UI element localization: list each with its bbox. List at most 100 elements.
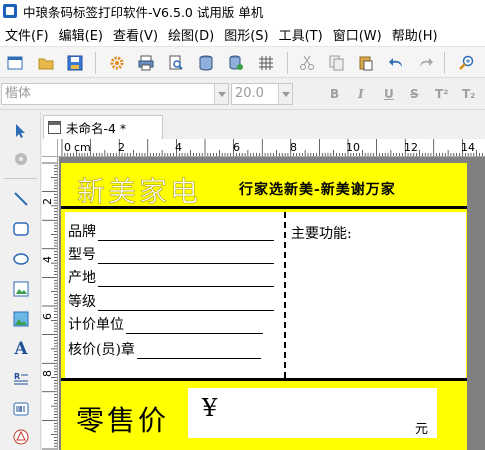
menu-view[interactable]: 查看(V) bbox=[108, 25, 163, 44]
drawing-toolbox: A R bbox=[0, 112, 41, 450]
field-label: 品牌 bbox=[68, 224, 96, 240]
horizontal-ruler: 0 cm 2 4 6 8 10 12 14 bbox=[58, 139, 485, 157]
paste-icon[interactable] bbox=[356, 53, 376, 73]
document-icon bbox=[48, 121, 61, 134]
barcode-tool-icon[interactable] bbox=[10, 398, 32, 420]
retail-price-title[interactable]: 零售价 bbox=[76, 399, 169, 439]
main-toolbar bbox=[0, 46, 485, 78]
image-tool-icon[interactable] bbox=[10, 278, 32, 300]
field-label: 核价(员)章 bbox=[68, 342, 135, 358]
font-family-value: 楷体 bbox=[5, 86, 32, 101]
picture-tool-icon[interactable] bbox=[10, 308, 32, 330]
brand-text[interactable]: 新美家电 bbox=[77, 170, 201, 210]
cut-icon[interactable] bbox=[297, 53, 317, 73]
field-grade[interactable]: 等级 bbox=[68, 291, 274, 311]
slogan-text[interactable]: 行家选新美-新美谢万家 bbox=[239, 179, 396, 199]
ruler-tick-label: 4 bbox=[175, 141, 182, 154]
fill-line bbox=[98, 225, 274, 241]
field-origin[interactable]: 产地 bbox=[68, 267, 274, 287]
ruler-tick-label: 6 bbox=[42, 313, 54, 320]
ruler-tick-label: 2 bbox=[118, 141, 125, 154]
underline-button[interactable]: U bbox=[384, 87, 394, 101]
ruler-corner bbox=[42, 139, 58, 157]
ruler-tick-label: 4 bbox=[42, 256, 54, 263]
menu-bar: 文件(F) 编辑(E) 查看(V) 绘图(D) 图形(S) 工具(T) 窗口(W… bbox=[0, 22, 485, 46]
label-header[interactable]: 新美家电 行家选新美-新美谢万家 bbox=[61, 163, 467, 209]
font-family-select[interactable]: 楷体 bbox=[1, 83, 229, 105]
chevron-down-icon[interactable] bbox=[214, 84, 228, 104]
ruler-tick-label: 8 bbox=[290, 141, 297, 154]
rounded-rectangle-tool-icon[interactable] bbox=[10, 218, 32, 240]
ruler-tick-label: 10 bbox=[346, 141, 360, 154]
menu-tools[interactable]: 工具(T) bbox=[274, 25, 328, 44]
field-pricing-unit[interactable]: 计价单位 bbox=[68, 314, 263, 334]
open-folder-icon[interactable] bbox=[36, 53, 56, 73]
app-logo-icon bbox=[3, 4, 17, 18]
italic-button[interactable]: I bbox=[358, 87, 364, 101]
field-brand[interactable]: 品牌 bbox=[68, 221, 274, 241]
field-price-checker[interactable]: 核价(员)章 bbox=[68, 339, 261, 359]
ruler-tick-label: 0 bbox=[64, 141, 71, 154]
bold-button[interactable]: B bbox=[330, 87, 339, 101]
menu-shape[interactable]: 图形(S) bbox=[219, 25, 273, 44]
field-label: 产地 bbox=[68, 270, 96, 286]
menu-help[interactable]: 帮助(H) bbox=[387, 25, 443, 44]
ruler-tick-label: 2 bbox=[42, 198, 54, 205]
superscript-button[interactable]: T² bbox=[435, 87, 448, 101]
price-box[interactable]: ¥ 元 bbox=[188, 388, 437, 438]
select-arrow-icon[interactable] bbox=[10, 120, 32, 142]
menu-window[interactable]: 窗口(W) bbox=[328, 25, 387, 44]
field-label: 等级 bbox=[68, 294, 96, 310]
font-size-value: 20.0 bbox=[235, 86, 264, 101]
price-band[interactable]: 零售价 ¥ 元 bbox=[61, 378, 467, 450]
copy-icon[interactable] bbox=[327, 53, 347, 73]
fill-line bbox=[98, 248, 274, 264]
save-icon[interactable] bbox=[65, 53, 85, 73]
new-document-icon[interactable] bbox=[5, 53, 25, 73]
ruler-tick-label: 14 bbox=[461, 141, 475, 154]
window-title: 中琅条码标签打印软件-V6.5.0 试用版 单机 bbox=[23, 4, 264, 20]
strikethrough-button[interactable]: S bbox=[410, 87, 419, 101]
currency-symbol: ¥ bbox=[202, 394, 218, 422]
menu-edit[interactable]: 编辑(E) bbox=[54, 25, 108, 44]
tab-document[interactable]: 未命名-4 * bbox=[43, 115, 163, 139]
label-info-panel[interactable]: 品牌 型号 产地 等级 计价单位 核价(员)章 主要功能: bbox=[65, 212, 466, 378]
field-model[interactable]: 型号 bbox=[68, 244, 274, 264]
rotate-tool-icon[interactable] bbox=[10, 148, 32, 170]
undo-icon[interactable] bbox=[386, 53, 406, 73]
line-tool-icon[interactable] bbox=[10, 188, 32, 210]
ruler-tick-label: 8 bbox=[42, 370, 54, 377]
currency-unit: 元 bbox=[415, 422, 429, 437]
price-tag-label[interactable]: 新美家电 行家选新美-新美谢万家 品牌 型号 产地 等级 计价单位 核价(员)章… bbox=[61, 163, 467, 450]
tab-document-label: 未命名-4 * bbox=[66, 121, 127, 136]
ruler-tick-label: 12 bbox=[404, 141, 418, 154]
grid-icon[interactable] bbox=[256, 53, 276, 73]
font-size-select[interactable]: 20.0 bbox=[231, 83, 293, 105]
print-preview-icon[interactable] bbox=[166, 53, 186, 73]
database-settings-icon[interactable] bbox=[226, 53, 246, 73]
zoom-in-icon[interactable] bbox=[456, 53, 476, 73]
field-label: 型号 bbox=[68, 247, 96, 263]
settings-gear-icon[interactable] bbox=[107, 53, 127, 73]
menu-file[interactable]: 文件(F) bbox=[0, 25, 54, 44]
ruler-unit-label: cm bbox=[74, 141, 91, 154]
database-icon[interactable] bbox=[196, 53, 216, 73]
title-bar: 中琅条码标签打印软件-V6.5.0 试用版 单机 bbox=[0, 0, 485, 22]
fill-line bbox=[126, 318, 263, 334]
qrcode-tool-icon[interactable] bbox=[10, 426, 32, 448]
field-label: 计价单位 bbox=[68, 317, 124, 333]
ellipse-tool-icon[interactable] bbox=[10, 248, 32, 270]
svg-text:R: R bbox=[14, 372, 20, 381]
chevron-down-icon[interactable] bbox=[278, 84, 292, 104]
subscript-button[interactable]: T₂ bbox=[462, 87, 475, 101]
format-toolbar: 楷体 20.0 B I U S T² T₂ bbox=[0, 78, 485, 110]
text-tool-icon[interactable]: A bbox=[10, 338, 32, 360]
fill-line bbox=[136, 343, 261, 359]
ruler-tick-label: 6 bbox=[233, 141, 240, 154]
multiline-text-tool-icon[interactable]: R bbox=[10, 368, 32, 390]
fill-line bbox=[98, 295, 274, 311]
print-icon[interactable] bbox=[136, 53, 156, 73]
redo-icon[interactable] bbox=[416, 53, 436, 73]
menu-draw[interactable]: 绘图(D) bbox=[163, 25, 219, 44]
main-function-label[interactable]: 主要功能: bbox=[291, 223, 352, 243]
